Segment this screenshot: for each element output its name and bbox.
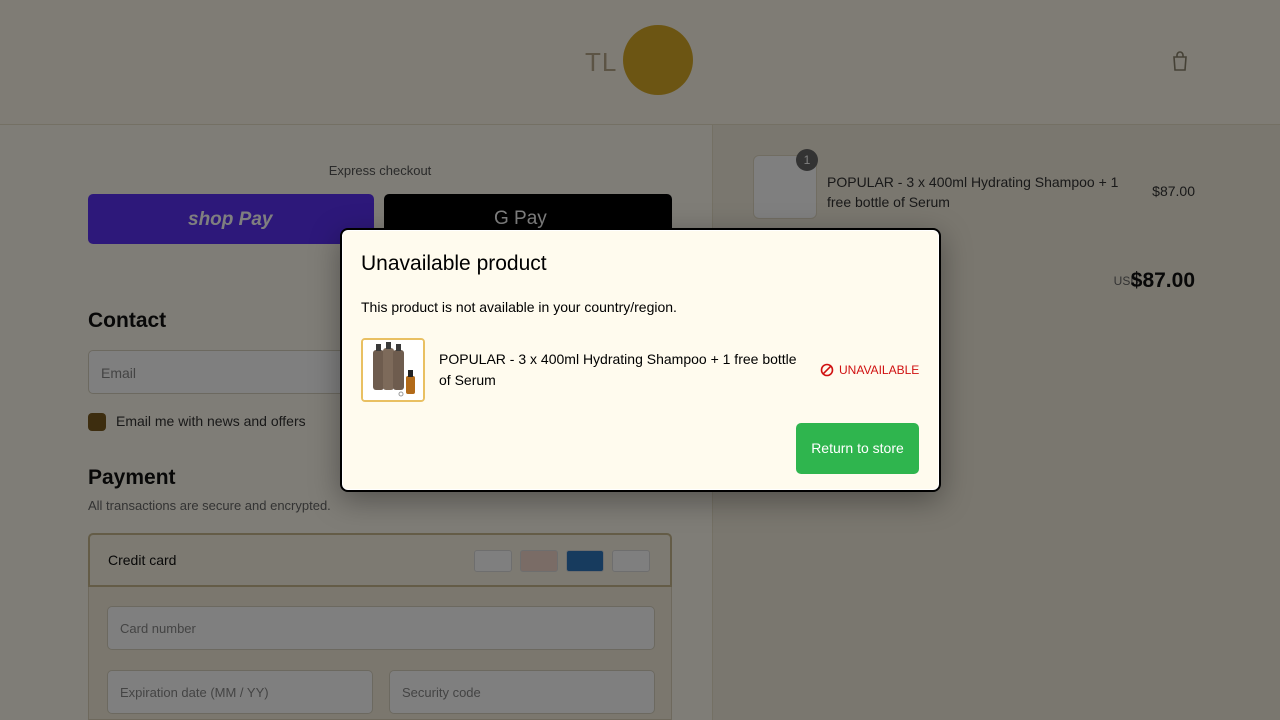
prohibited-icon <box>820 363 834 377</box>
return-to-store-button[interactable]: Return to store <box>796 423 919 474</box>
unavailable-label: UNAVAILABLE <box>839 363 920 377</box>
product-image <box>361 338 425 402</box>
shampoo-bottles-image <box>363 340 423 400</box>
unavailable-status: UNAVAILABLE <box>820 363 919 377</box>
dialog-message: This product is not available in your co… <box>361 299 677 315</box>
unavailable-product-dialog: Unavailable product This product is not … <box>340 228 941 492</box>
dialog-product-name: POPULAR - 3 x 400ml Hydrating Shampoo + … <box>439 351 797 388</box>
dialog-title: Unavailable product <box>361 252 547 275</box>
